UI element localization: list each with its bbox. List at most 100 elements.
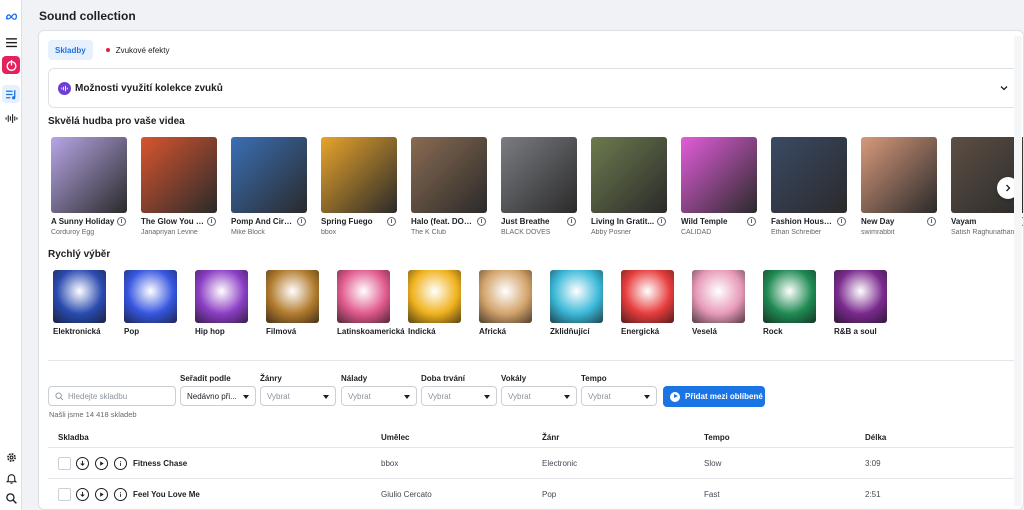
music-title[interactable]: New Day	[861, 217, 925, 226]
genre-image[interactable]	[550, 270, 603, 323]
music-title[interactable]: Fashion House ...	[771, 217, 835, 226]
music-title[interactable]: A Sunny Holiday	[51, 217, 115, 226]
album-art[interactable]	[51, 137, 127, 213]
music-card[interactable]: Living In Gratit... Abby Posner	[591, 137, 667, 236]
download-icon[interactable]	[657, 217, 666, 226]
music-title[interactable]: Pomp And Circ...	[231, 217, 295, 226]
genre-card[interactable]: Filmová	[266, 270, 319, 336]
download-icon[interactable]	[387, 217, 396, 226]
album-art[interactable]	[141, 137, 217, 213]
album-art[interactable]	[411, 137, 487, 213]
genres-select[interactable]: Vybrat	[260, 386, 336, 406]
vocals-select[interactable]: Vybrat	[501, 386, 577, 406]
power-icon[interactable]	[2, 56, 20, 74]
play-icon[interactable]	[95, 457, 108, 470]
music-title[interactable]: Vayam	[951, 217, 1015, 226]
download-icon[interactable]	[927, 217, 936, 226]
track-name[interactable]: Feel You Love Me	[133, 490, 200, 499]
moods-select[interactable]: Vybrat	[341, 386, 417, 406]
tab-sound-effects[interactable]: Zvukové efekty	[99, 40, 177, 60]
track-search[interactable]	[48, 386, 176, 406]
genre-card[interactable]: Latinskoamerická	[337, 270, 405, 336]
chevron-down-icon[interactable]	[999, 83, 1009, 93]
column-header-artist[interactable]: Umělec	[381, 433, 409, 442]
menu-icon[interactable]	[2, 33, 20, 51]
usage-accordion[interactable]: Možnosti využití kolekce zvuků	[48, 68, 1020, 108]
music-title[interactable]: Living In Gratit...	[591, 217, 655, 226]
genre-image[interactable]	[266, 270, 319, 323]
genre-card[interactable]: Elektronická	[53, 270, 106, 336]
table-row[interactable]: Feel You Love Me Giulio Cercato Pop Fast…	[48, 480, 1020, 508]
genre-card[interactable]: R&B a soul	[834, 270, 887, 336]
album-art[interactable]	[501, 137, 577, 213]
search-icon[interactable]	[2, 489, 20, 507]
music-card[interactable]: Fashion House ... Ethan Schreiber	[771, 137, 847, 236]
track-name[interactable]: Fitness Chase	[133, 459, 187, 468]
music-list-icon[interactable]	[2, 85, 20, 103]
genre-image[interactable]	[479, 270, 532, 323]
column-header-genre[interactable]: Žánr	[542, 433, 559, 442]
download-icon[interactable]	[297, 217, 306, 226]
tab-tracks[interactable]: Skladby	[48, 40, 93, 60]
music-card[interactable]: Spring Fuego bbox	[321, 137, 397, 236]
music-card[interactable]: New Day swimrabbit	[861, 137, 937, 236]
download-icon[interactable]	[477, 217, 486, 226]
download-icon[interactable]	[837, 217, 846, 226]
album-art[interactable]	[321, 137, 397, 213]
info-icon[interactable]	[114, 488, 127, 501]
music-card[interactable]: Halo (feat. DOSE) The K Club	[411, 137, 487, 236]
genre-image[interactable]	[621, 270, 674, 323]
genre-card[interactable]: Energická	[621, 270, 674, 336]
album-art[interactable]	[681, 137, 757, 213]
row-checkbox[interactable]	[58, 488, 71, 501]
genre-image[interactable]	[337, 270, 390, 323]
play-icon[interactable]	[95, 488, 108, 501]
genre-image[interactable]	[124, 270, 177, 323]
album-art[interactable]	[861, 137, 937, 213]
tempo-select[interactable]: Vybrat	[581, 386, 657, 406]
genre-card[interactable]: Indická	[408, 270, 461, 336]
genre-card[interactable]: Rock	[763, 270, 816, 336]
genre-card[interactable]: Pop	[124, 270, 177, 336]
music-title[interactable]: The Glow You K...	[141, 217, 205, 226]
download-icon[interactable]	[117, 217, 126, 226]
music-title[interactable]: Wild Temple	[681, 217, 745, 226]
music-card[interactable]: A Sunny Holiday Corduroy Egg	[51, 137, 127, 236]
scrollbar[interactable]	[1014, 36, 1022, 506]
genre-card[interactable]: Veselá	[692, 270, 745, 336]
album-art[interactable]	[231, 137, 307, 213]
genre-card[interactable]: Hip hop	[195, 270, 248, 336]
search-input[interactable]	[68, 391, 168, 401]
genre-image[interactable]	[692, 270, 745, 323]
music-title[interactable]: Spring Fuego	[321, 217, 385, 226]
genre-image[interactable]	[53, 270, 106, 323]
bell-icon[interactable]	[2, 469, 20, 487]
column-header-tempo[interactable]: Tempo	[704, 433, 730, 442]
column-header-length[interactable]: Délka	[865, 433, 886, 442]
genre-card[interactable]: Zklidňující	[550, 270, 603, 336]
download-icon[interactable]	[76, 488, 89, 501]
column-header-track[interactable]: Skladba	[58, 433, 89, 442]
album-art[interactable]	[771, 137, 847, 213]
genre-image[interactable]	[834, 270, 887, 323]
settings-icon[interactable]	[2, 448, 20, 466]
music-card[interactable]: Wild Temple CALIDAD	[681, 137, 757, 236]
sound-wave-icon[interactable]	[2, 109, 20, 127]
music-title[interactable]: Halo (feat. DOSE)	[411, 217, 475, 226]
table-row[interactable]: Fitness Chase bbox Electronic Slow 3:09	[48, 449, 1020, 477]
genre-image[interactable]	[408, 270, 461, 323]
download-icon[interactable]	[76, 457, 89, 470]
meta-logo-icon[interactable]	[2, 7, 20, 25]
genre-image[interactable]	[195, 270, 248, 323]
genre-card[interactable]: Africká	[479, 270, 532, 336]
album-art[interactable]	[591, 137, 667, 213]
music-title[interactable]: Just Breathe	[501, 217, 565, 226]
duration-select[interactable]: Vybrat	[421, 386, 497, 406]
download-icon[interactable]	[567, 217, 576, 226]
download-icon[interactable]	[747, 217, 756, 226]
add-favorites-button[interactable]: Přidat mezi oblíbené	[663, 386, 765, 407]
music-card[interactable]: The Glow You K... Janapriyan Levine	[141, 137, 217, 236]
sort-select[interactable]: Nedávno při...	[180, 386, 256, 406]
music-card[interactable]: Pomp And Circ... Mike Block	[231, 137, 307, 236]
download-icon[interactable]	[207, 217, 216, 226]
